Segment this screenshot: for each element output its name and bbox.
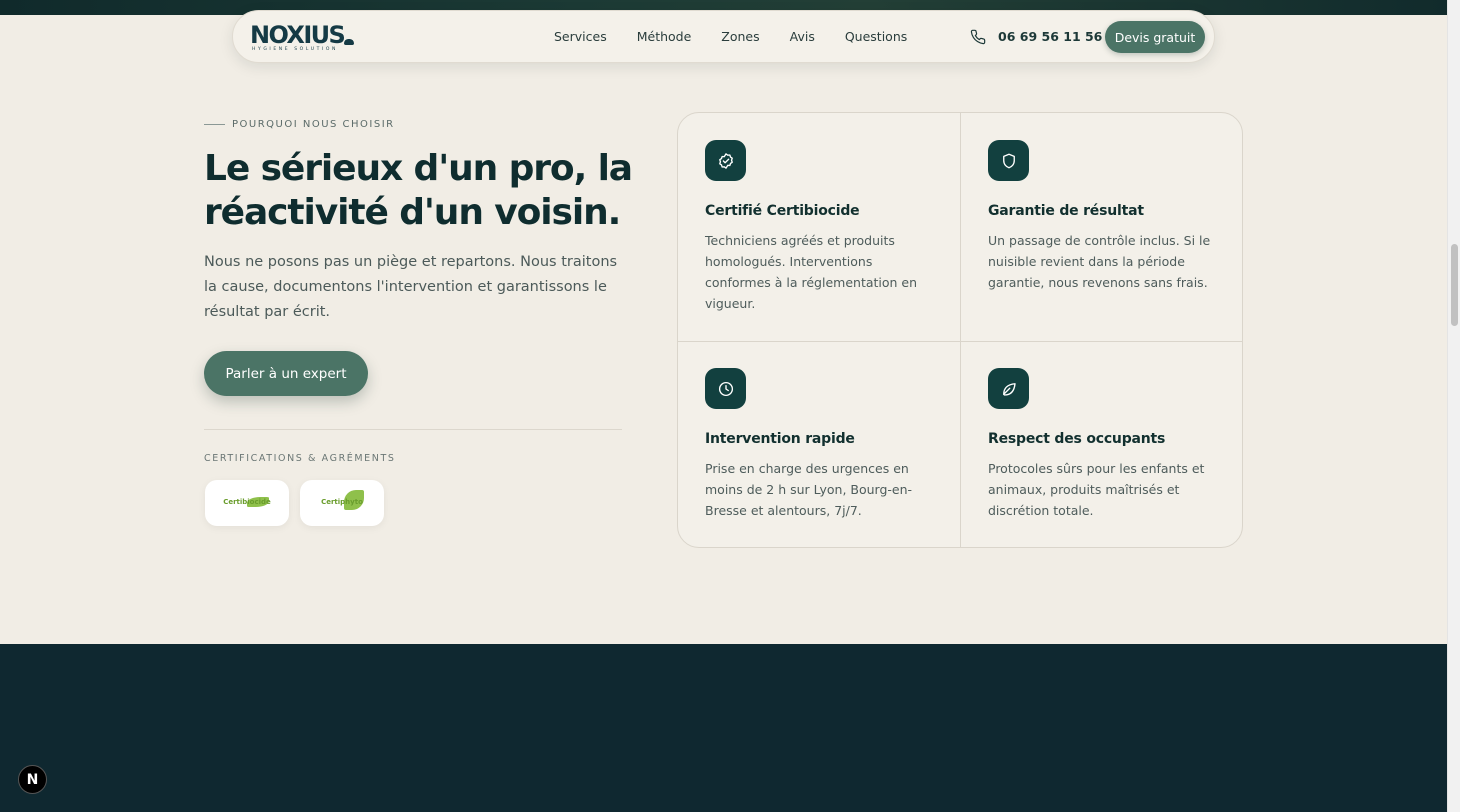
- feature-certified: Certifié Certibiocide Techniciens agréés…: [705, 140, 945, 314]
- dev-tools-badge[interactable]: N: [18, 765, 47, 794]
- talk-to-expert-button[interactable]: Parler à un expert: [204, 351, 368, 396]
- certiphyto-badge: Certiphyto: [300, 480, 384, 526]
- logo-wordmark: NOXIUS: [250, 21, 346, 49]
- scrollbar-thumb[interactable]: [1451, 244, 1458, 326]
- certibiocide-badge-label: Certibiocide: [223, 498, 271, 506]
- nav-link-services[interactable]: Services: [554, 28, 607, 46]
- feature-rapid: Intervention rapide Prise en charge des …: [705, 368, 945, 521]
- nav-links: Services Méthode Zones Avis Questions: [554, 28, 937, 46]
- features-grid: Certifié Certibiocide Techniciens agréés…: [677, 112, 1243, 548]
- feature-title: Certifié Certibiocide: [705, 203, 860, 219]
- clock-icon: [705, 368, 746, 409]
- grid-divider-vertical: [960, 113, 961, 547]
- certibiocide-badge: Certibiocide: [205, 480, 289, 526]
- eyebrow-line: [204, 124, 225, 125]
- feature-title: Garantie de résultat: [988, 203, 1144, 219]
- nav-link-zones[interactable]: Zones: [721, 28, 759, 46]
- navbar: NOXIUS HYGIENE SOLUTION Services Méthode…: [232, 10, 1215, 63]
- feature-guarantee: Garantie de résultat Un passage de contr…: [988, 140, 1228, 293]
- feature-title: Intervention rapide: [705, 431, 855, 447]
- feature-respect: Respect des occupants Protocoles sûrs po…: [988, 368, 1228, 521]
- feature-description: Un passage de contrôle inclus. Si le nui…: [988, 233, 1211, 290]
- badge-check-icon: [705, 140, 746, 181]
- free-quote-button[interactable]: Devis gratuit: [1105, 21, 1205, 53]
- feature-description: Protocoles sûrs pour les enfants et anim…: [988, 461, 1205, 518]
- leaf-icon: [988, 368, 1029, 409]
- logo-bug-icon: [344, 39, 354, 45]
- feature-title: Respect des occupants: [988, 431, 1166, 447]
- divider: [204, 429, 622, 430]
- section-lead: Nous ne posons pas un piège et repartons…: [204, 254, 618, 320]
- section-eyebrow: POURQUOI NOUS CHOISIR: [204, 119, 395, 130]
- shield-icon: [988, 140, 1029, 181]
- page: NOXIUS HYGIENE SOLUTION Services Méthode…: [0, 0, 1447, 812]
- nav-link-methode[interactable]: Méthode: [637, 28, 692, 46]
- section-headline: Le sérieux d'un pro, la réactivité d'un …: [204, 148, 633, 233]
- page-scrollbar[interactable]: [1447, 0, 1460, 812]
- logo-tagline: HYGIENE SOLUTION: [252, 47, 338, 52]
- eyebrow-text: POURQUOI NOUS CHOISIR: [232, 119, 395, 130]
- phone-icon[interactable]: [970, 29, 986, 45]
- nav-link-questions[interactable]: Questions: [845, 28, 907, 46]
- certiphyto-badge-label: Certiphyto: [321, 498, 363, 506]
- feature-description: Prise en charge des urgences en moins de…: [705, 461, 913, 518]
- nav-link-avis[interactable]: Avis: [790, 28, 815, 46]
- certifications-heading: CERTIFICATIONS & AGRÉMENTS: [204, 453, 396, 464]
- feature-description: Techniciens agréés et produits homologué…: [705, 233, 918, 311]
- phone-number-link[interactable]: 06 69 56 11 56: [998, 28, 1102, 46]
- next-section-dark: [0, 644, 1447, 812]
- grid-divider-horizontal: [678, 341, 1242, 342]
- logo[interactable]: NOXIUS HYGIENE SOLUTION: [250, 22, 356, 52]
